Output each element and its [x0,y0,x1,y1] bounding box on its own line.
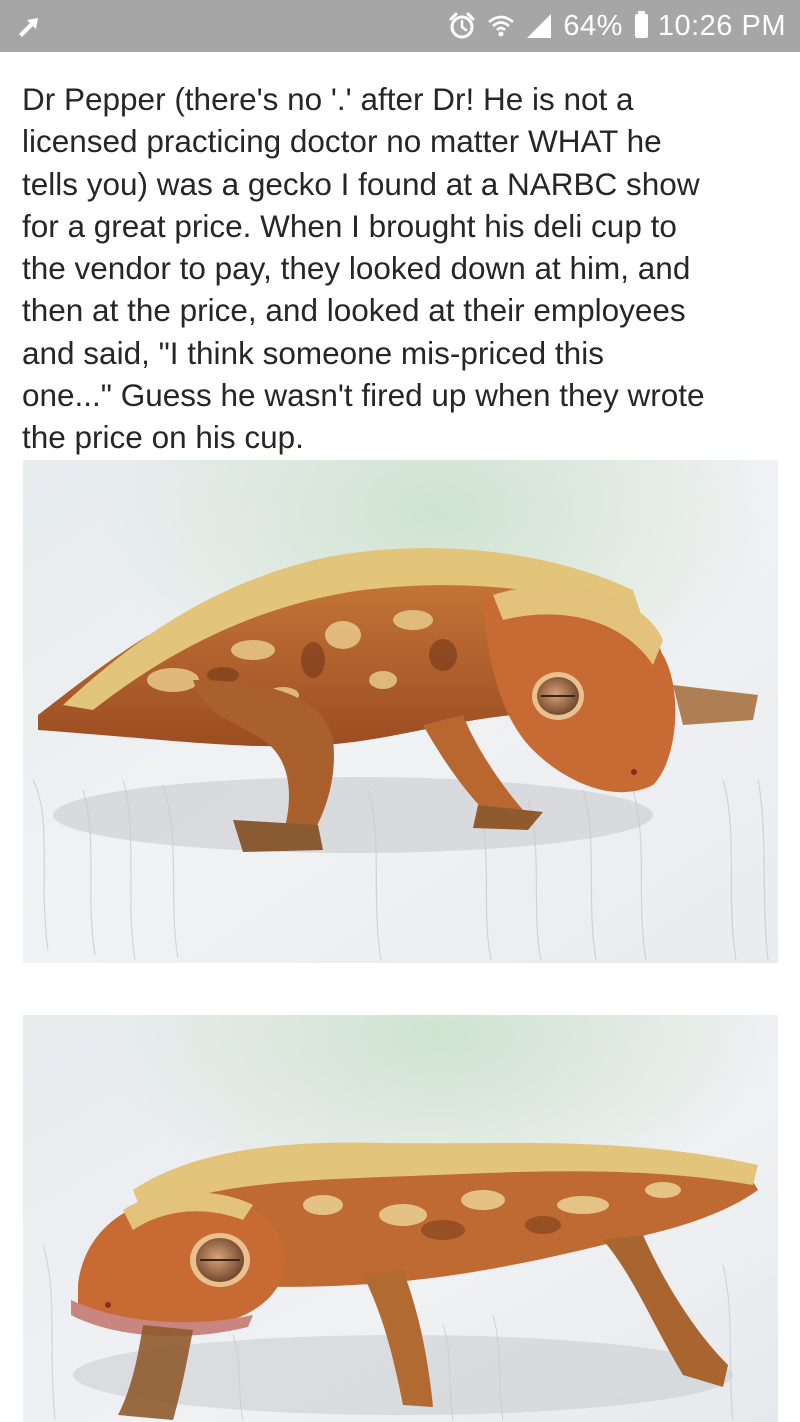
post-text: Dr Pepper (there's no '.' after Dr! He i… [22,81,705,456]
battery-icon [634,11,648,38]
wifi-icon [487,12,515,40]
notification-flag-icon [16,14,42,40]
cell-signal-icon [525,12,553,40]
alarm-clock-icon [447,11,477,41]
clock-time: 10:26 PM [657,9,786,42]
battery-percent: 64% [563,9,623,42]
status-icons: 64% 10:26 PM [447,0,786,52]
gecko-photo-1[interactable] [23,460,778,963]
gecko-photo-2[interactable] [23,1015,778,1422]
status-bar: 64% 10:26 PM [0,0,800,52]
